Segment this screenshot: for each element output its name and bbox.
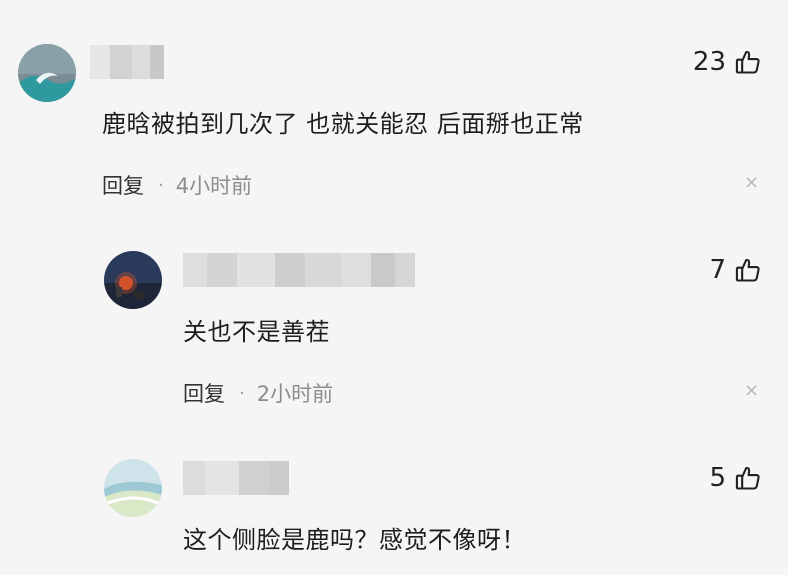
- like-count-value: 23: [692, 47, 726, 77]
- comment-meta: 回复 · 2小时前: [183, 378, 333, 408]
- comment-3: 5 这个侧脸是鹿吗？感觉不像呀！: [0, 435, 788, 575]
- like-count-value: 5: [709, 463, 726, 493]
- like-count[interactable]: 7: [709, 255, 762, 285]
- comment-text: 关也不是善茬: [183, 318, 330, 346]
- comment-2: 7 关也不是善茬 回复 · 2小时前 ×: [0, 215, 788, 435]
- avatar[interactable]: [18, 44, 76, 102]
- timestamp: 4小时前: [175, 174, 253, 198]
- close-icon[interactable]: ×: [744, 382, 759, 400]
- separator-dot: ·: [158, 174, 164, 196]
- avatar[interactable]: [104, 251, 162, 309]
- close-icon[interactable]: ×: [744, 174, 759, 192]
- avatar-image: [18, 44, 76, 102]
- comment-text: 鹿晗被拍到几次了 也就关能忍 后面掰也正常: [102, 110, 584, 138]
- thumbs-up-icon: [735, 50, 760, 74]
- like-count[interactable]: 23: [693, 47, 762, 77]
- username-blurred[interactable]: [183, 253, 415, 287]
- thumbs-up-icon: [735, 466, 760, 490]
- comment-text: 这个侧脸是鹿吗？感觉不像呀！: [183, 526, 526, 554]
- avatar-image: [104, 251, 162, 309]
- reply-button[interactable]: 回复: [102, 170, 144, 200]
- thumbs-up-icon: [735, 258, 760, 282]
- avatar-image: [104, 459, 162, 517]
- like-count[interactable]: 5: [709, 463, 762, 493]
- username-blurred[interactable]: [183, 461, 289, 495]
- comment-1: 23 鹿晗被拍到几次了 也就关能忍 后面掰也正常 回复 · 4小时前 ×: [0, 0, 788, 215]
- separator-dot: ·: [239, 382, 245, 404]
- timestamp: 2小时前: [256, 382, 334, 406]
- like-count-value: 7: [709, 255, 726, 285]
- reply-button[interactable]: 回复: [183, 378, 225, 408]
- username-blurred[interactable]: [90, 45, 164, 79]
- comment-meta: 回复 · 4小时前: [102, 170, 252, 200]
- avatar[interactable]: [104, 459, 162, 517]
